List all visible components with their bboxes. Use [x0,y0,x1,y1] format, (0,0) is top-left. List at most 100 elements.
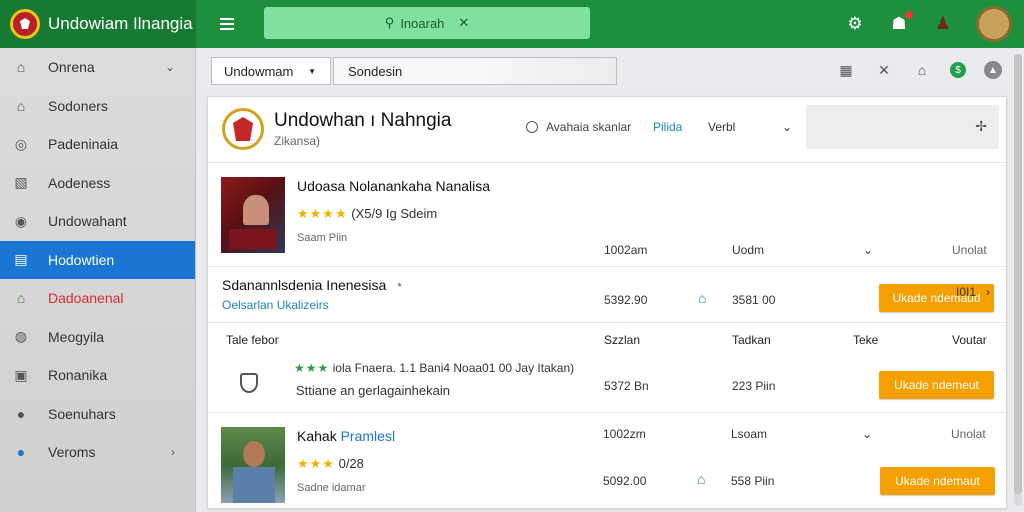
product-row: Udoasa Nolanankaha Nanalisa ★★★★ (X5/9 I… [208,163,1006,312]
avatar[interactable] [976,6,1012,42]
sidebar-item-7[interactable]: ◍ Meogyila [0,318,195,357]
sidebar-item-1[interactable]: ⌂ Sodoners [0,87,195,126]
store-logo [222,108,264,150]
search-icon: ⚲ [384,15,395,30]
section-subtitle-link[interactable]: Oelsarlan Ukalizeirs [222,298,329,312]
notifications-icon[interactable]: ☗ [888,11,913,35]
product-meta: Sadne idamar [297,482,366,494]
sidebar-item-0[interactable]: ⌂ Onrena ⌄ [0,48,195,87]
sidebar-item-label: Veroms [48,444,96,461]
product-thumbnail[interactable] [221,177,285,253]
product-title[interactable]: Udoasa Nolanankaha Nanalisa [297,178,490,194]
notification-dot [905,11,913,19]
user-figure-icon[interactable]: ♟ [932,13,954,35]
settings-gear-icon[interactable]: ⚙ [844,13,866,35]
table-header: Tale febor Szzlan Tadkan Teke Voutar [208,323,1006,357]
product-rating: ★★★ 0/28 [297,456,364,472]
sidebar: ⌂ Onrena ⌄ ⌂ Sodoners ◎ Padeninaia ▧ Aod… [0,48,196,512]
menu-toggle-button[interactable] [208,4,248,44]
sidebar-item-label: Padeninaia [48,136,119,153]
column-header: Tale febor [226,333,279,347]
scrollbar[interactable] [1014,54,1022,506]
sidebar-item-label: Meogyila [48,328,105,345]
sidebar-item-label: Undowahant [48,213,127,230]
brand-logo [10,9,40,39]
search-bar[interactable]: ⚲ ✕ [264,7,590,39]
top-app-bar: Undowiam Ilnangia ⚲ ✕ ⚙ ☗ ♟ [0,0,1024,48]
pagination[interactable]: I0I1 › [946,285,990,299]
rating-stars: ★★★ [297,456,335,471]
column-header: Szzlan [604,333,641,347]
column-header: Voutar [952,333,987,347]
sidebar-item-label: Sodoners [48,97,108,114]
buy-button[interactable]: Ukade ndemaut [880,467,995,495]
globe-icon: ● [16,444,26,461]
sidebar-item-6[interactable]: ⌂ Dadoanenal [0,279,195,318]
home-outline-icon: ⌂ [16,97,26,114]
column-header: Tadkan [732,333,771,347]
store-card: Undowhan ı Nahngia Zikansa) Avahaia skan… [207,96,1007,509]
store-header: Undowhan ı Nahngia Zikansa) Avahaia skan… [208,97,1006,163]
product-col2-top: Uodm [732,243,765,257]
sidebar-item-10[interactable]: ● Veroms › [0,433,195,472]
sidebar-item-4[interactable]: ◉ Undowahant [0,202,195,241]
square-icon: ▣ [14,366,28,383]
availability-label: Avahaia skanlar [546,120,632,134]
sidebar-item-5[interactable]: ▤ Hodowtien [0,240,195,279]
product-thumbnail[interactable] [221,427,285,503]
sidebar-item-label: Ronanika [48,367,108,384]
sidebar-item-label: Hodowtien [48,251,115,268]
app-title: Undowiam Ilnangia [48,14,193,33]
disc-icon: ● [16,405,26,422]
sidebar-item-3[interactable]: ▧ Aodeness [0,164,195,203]
header-action-box[interactable]: ✢ [806,105,999,149]
view-select[interactable]: Verbl ⌄ [708,120,792,134]
product-title[interactable]: Kahak Pramlesl [297,428,395,444]
store-lock-icon[interactable]: ⌂ [912,60,932,80]
search-input[interactable] [400,15,453,31]
row-col1: 5372 Bn [604,379,649,393]
sidebar-item-2[interactable]: ◎ Padeninaia [0,125,195,164]
row-description: ★★★ iola Fnaera. 1.1 Bani4 Noaa01 00 Jay… [294,361,575,375]
radio-icon [526,121,538,133]
clear-search-icon[interactable]: ✕ [458,15,469,31]
chevron-down-icon: ⌄ [164,60,175,75]
product-rating: ★★★★ (X5/9 Ig Sdeim [297,206,437,222]
window-icon: ▤ [14,251,28,268]
section-title: Sdanannlsdenia Inenesisa ◔ [222,277,403,293]
sidebar-item-9[interactable]: ● Soenuhars [0,395,195,434]
sidebar-item-label: Aodeness [48,174,111,191]
buy-button[interactable]: Ukade ndemeut [879,371,994,399]
scrollbar-thumb[interactable] [1014,54,1022,494]
row-col2: 223 Piin [732,379,776,393]
rating-text: 0/28 [338,456,364,471]
chevron-down-icon[interactable]: ⌄ [863,243,873,257]
caret-down-icon: ▼ [308,66,316,76]
compass-icon: ◍ [14,328,28,345]
store-icon: ⌂ [16,290,26,307]
info-icon[interactable]: ◔ [394,277,402,293]
filter-link[interactable]: Pilida [653,120,682,134]
store-subtitle: Zikansa) [274,134,321,148]
sidebar-item-label: Soenuhars [48,405,116,422]
brand[interactable]: Undowiam Ilnangia [0,0,196,48]
circle-target-icon: ◎ [14,135,28,152]
tools-icon[interactable]: ✕ [874,60,894,80]
row-subtitle: Sttiane an gerlagainhekain [296,383,450,398]
profile-icon[interactable]: ▲ [984,61,1002,79]
chevron-right-icon: › [171,445,175,460]
circle-icon: ◉ [14,212,28,229]
calculator-icon[interactable]: ▦ [836,60,856,80]
currency-icon[interactable]: $ [950,62,966,78]
product-col3-top: Unolat [952,243,987,257]
rating-stars: ★★★ [294,361,330,375]
pin-icon[interactable]: ✢ [975,118,987,135]
filter-input[interactable] [333,57,617,85]
category-select-value: Undowmam [224,63,294,79]
rating-stars: ★★★★ [297,206,348,221]
availability-radio[interactable]: Avahaia skanlar [526,120,631,134]
chevron-right-icon[interactable]: › [986,285,990,299]
category-select[interactable]: Undowmam ▼ [211,57,331,85]
image-icon: ▧ [14,174,28,191]
sidebar-item-8[interactable]: ▣ Ronanika [0,356,195,395]
